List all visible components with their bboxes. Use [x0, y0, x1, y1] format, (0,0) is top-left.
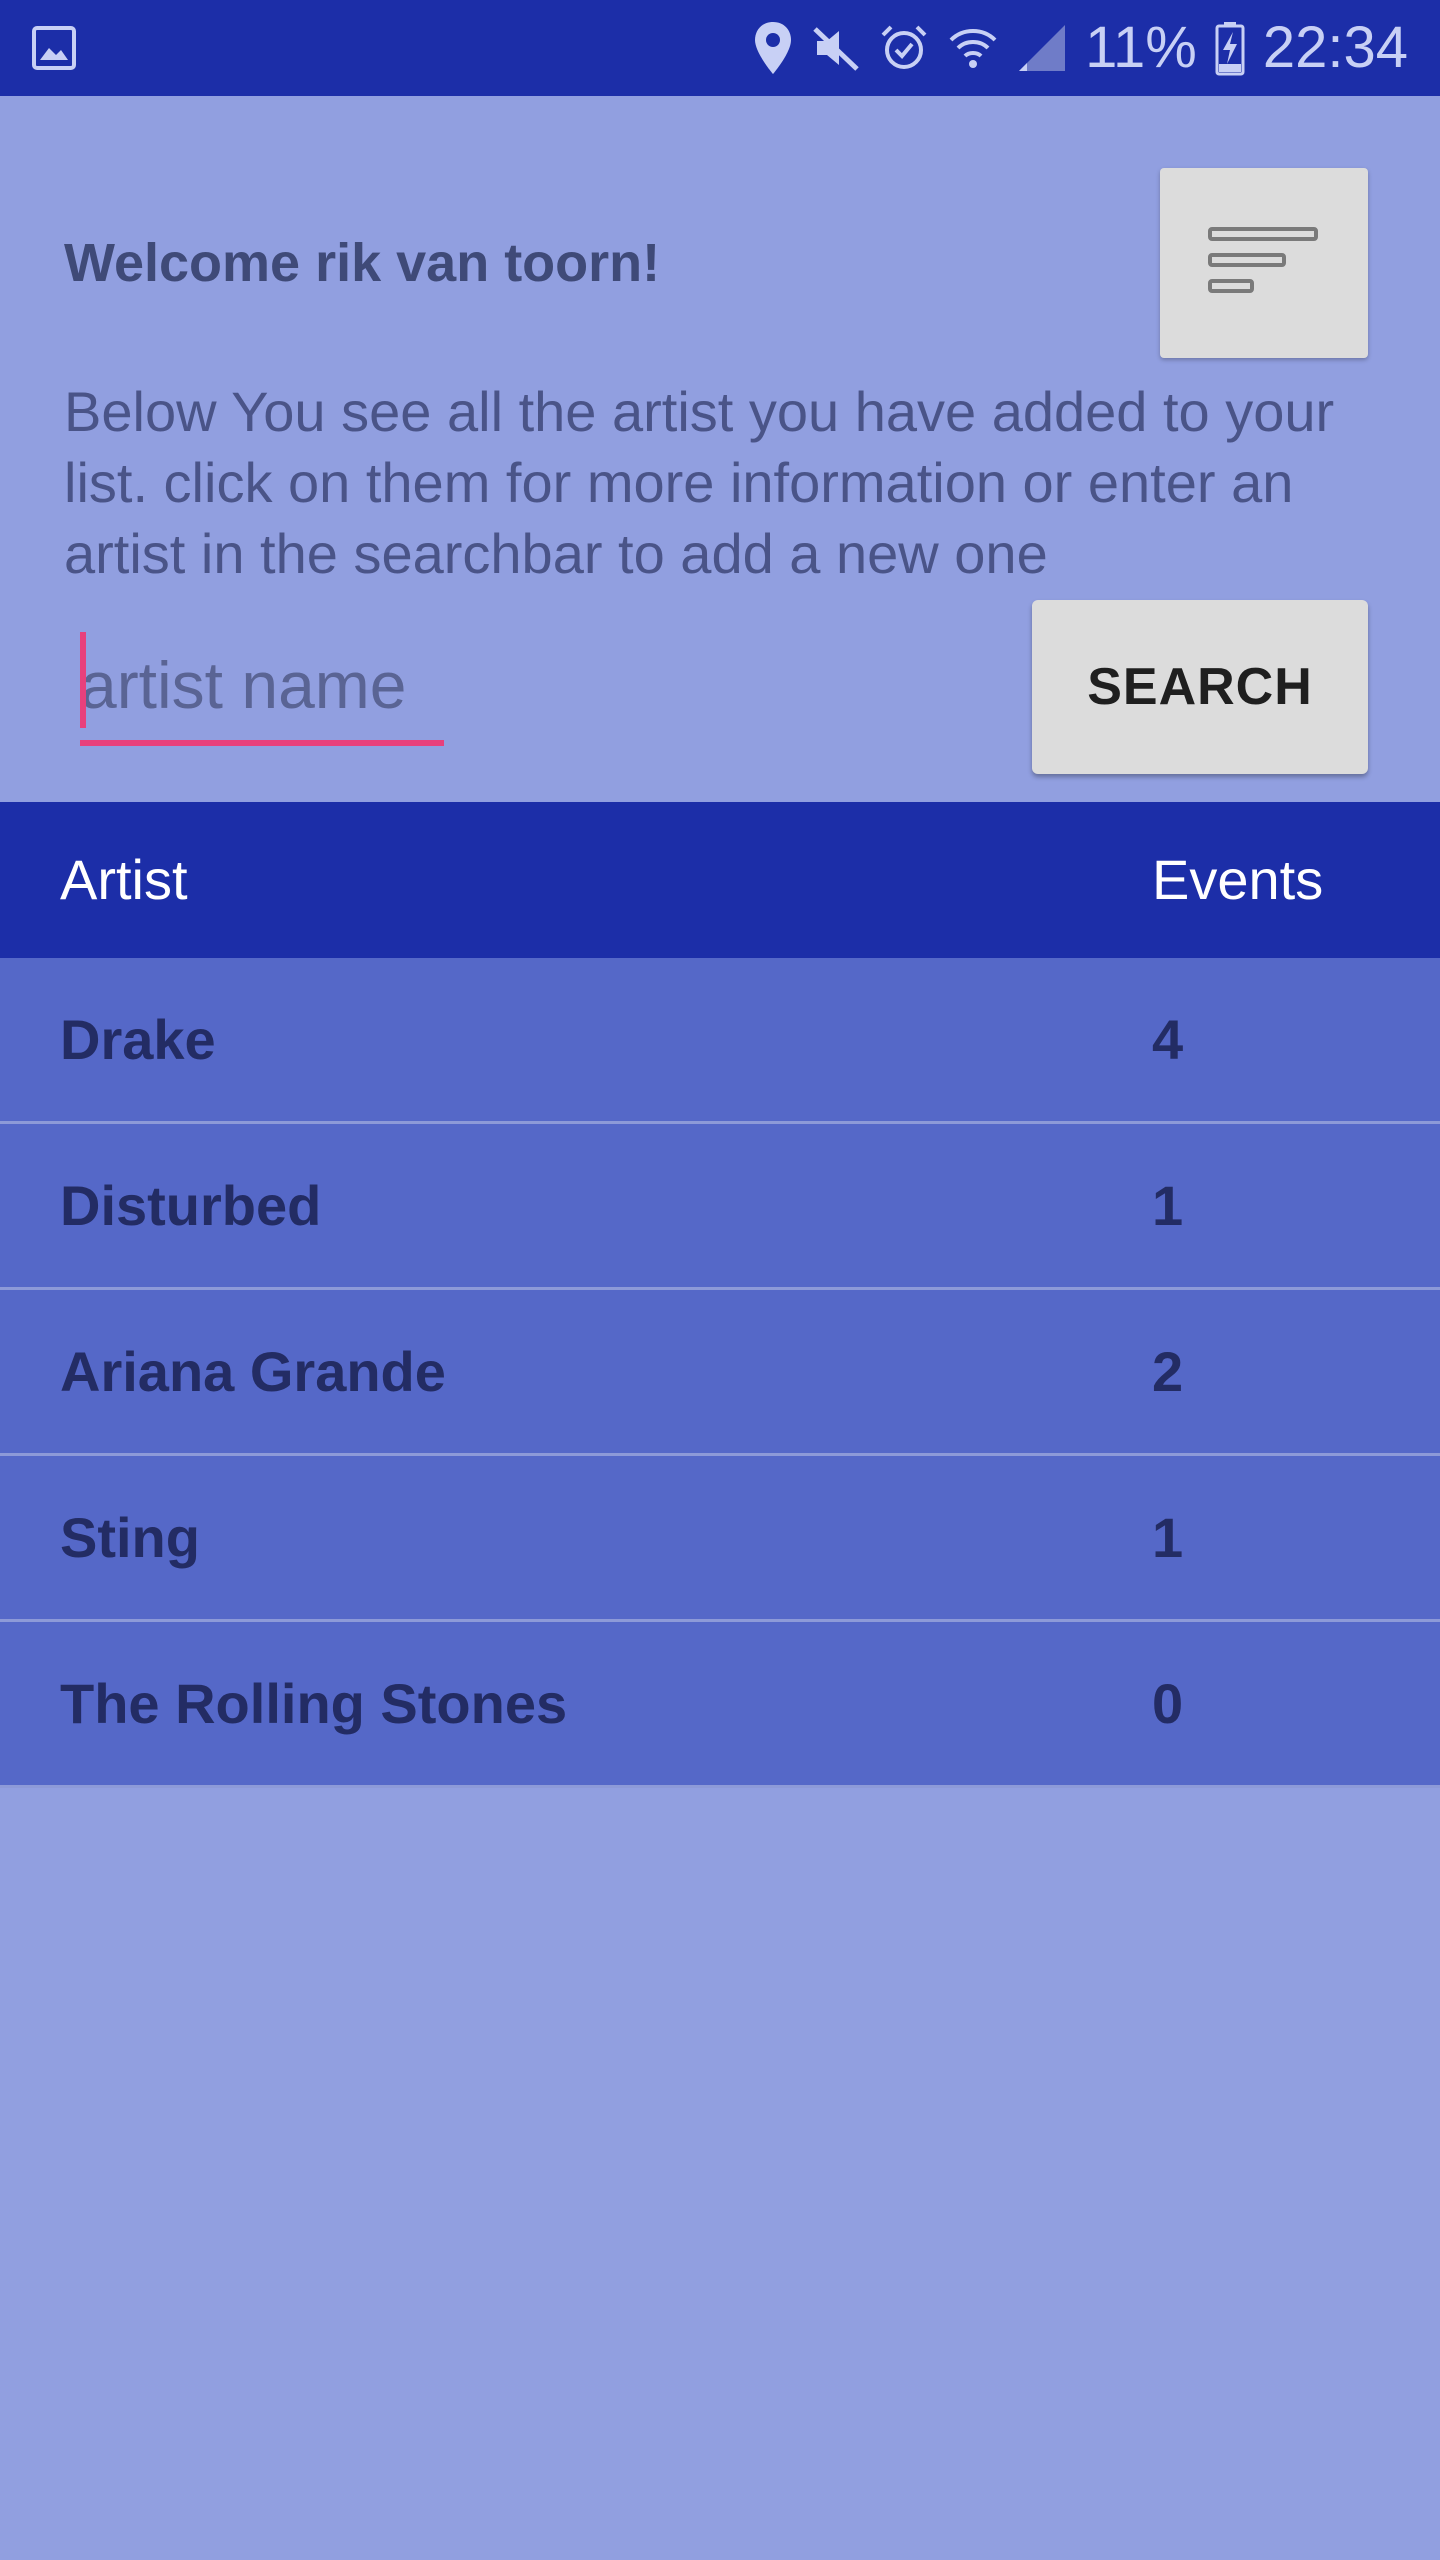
mute-icon	[813, 27, 859, 71]
table-row[interactable]: Disturbed 1	[0, 1124, 1440, 1290]
search-button[interactable]: SEARCH	[1032, 600, 1368, 774]
status-bar: 11% 22:34	[0, 0, 1440, 96]
table-header: Artist Events	[0, 802, 1440, 958]
column-header-events: Events	[1152, 848, 1324, 911]
event-count: 2	[1152, 1340, 1184, 1403]
event-count: 1	[1152, 1506, 1184, 1569]
table-row[interactable]: Sting 1	[0, 1456, 1440, 1622]
menu-button[interactable]	[1160, 168, 1368, 358]
artist-table: Artist Events Drake 4 Disturbed 1 Ariana…	[0, 802, 1440, 1788]
welcome-message: Welcome rik van toorn!	[64, 233, 661, 293]
table-row[interactable]: Drake 4	[0, 958, 1440, 1124]
location-icon	[755, 22, 792, 74]
artist-search-input[interactable]	[80, 630, 444, 746]
event-count: 4	[1152, 1008, 1184, 1071]
wifi-icon	[949, 29, 997, 68]
gallery-icon	[32, 26, 76, 70]
instructions-text: Below You see all the artist you have ad…	[64, 380, 1335, 585]
artist-name: Sting	[60, 1506, 200, 1569]
artist-name: Drake	[60, 1008, 216, 1071]
signal-icon	[1019, 25, 1066, 71]
clock: 22:34	[1262, 15, 1408, 80]
event-count: 1	[1152, 1174, 1184, 1237]
alarm-icon	[881, 25, 927, 69]
artist-name: Disturbed	[60, 1174, 322, 1237]
battery-percent: 11%	[1085, 15, 1197, 80]
table-row[interactable]: Ariana Grande 2	[0, 1290, 1440, 1456]
status-icons: 11% 22:34	[753, 0, 1408, 96]
battery-charging-icon	[1215, 22, 1245, 76]
text-cursor	[80, 632, 86, 728]
table-row[interactable]: The Rolling Stones 0	[0, 1622, 1440, 1788]
sort-lines-icon	[1208, 227, 1318, 293]
column-header-artist: Artist	[60, 848, 188, 911]
artist-name: The Rolling Stones	[60, 1672, 568, 1735]
artist-name: Ariana Grande	[60, 1340, 446, 1403]
event-count: 0	[1152, 1672, 1184, 1735]
